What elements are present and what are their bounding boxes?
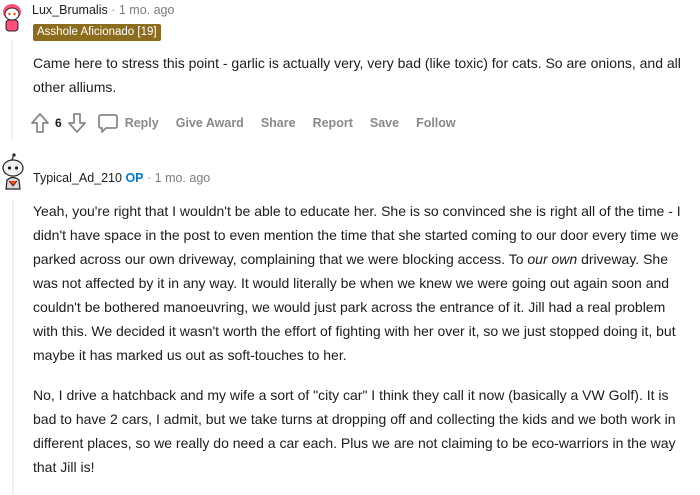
share-button[interactable]: Share (261, 116, 296, 130)
follow-button[interactable]: Follow (416, 116, 456, 130)
upvote-arrow-icon[interactable] (30, 112, 50, 134)
snoo-avatar-icon (2, 153, 24, 190)
thread-line[interactable] (12, 200, 14, 495)
user-avatar[interactable] (0, 0, 24, 34)
emphasized-text: our own (527, 251, 578, 267)
comment-lux-brumalis: Lux_Brumalis · 1 mo. ago Asshole Aficion… (0, 0, 700, 140)
comment-body: Yeah, you're right that I wouldn't be ab… (33, 199, 693, 479)
comment-meta: Lux_Brumalis · 1 mo. ago (32, 3, 174, 17)
comment-paragraph-1: Yeah, you're right that I wouldn't be ab… (33, 199, 693, 367)
comment-meta: Typical_Ad_210 OP · 1 mo. ago (33, 171, 210, 185)
reply-bubble-icon[interactable] (97, 112, 119, 134)
username-link[interactable]: Typical_Ad_210 (33, 171, 122, 185)
user-flair-badge: Asshole Aficionado [19] (33, 24, 161, 41)
comment-paragraph-2: No, I drive a hatchback and my wife a so… (33, 387, 676, 475)
timestamp-link[interactable]: 1 mo. ago (155, 171, 211, 185)
meta-separator: · (146, 171, 152, 185)
downvote-arrow-icon[interactable] (67, 112, 87, 134)
comment-body: Came here to stress this point - garlic … (33, 51, 693, 99)
reply-button[interactable]: Reply (125, 116, 159, 130)
thread-line[interactable] (11, 40, 13, 140)
give-award-button[interactable]: Give Award (176, 116, 244, 130)
user-avatar[interactable] (0, 153, 26, 193)
vote-count: 6 (55, 116, 62, 130)
paragraph-text: driveway. She was not affected by it in … (33, 251, 676, 363)
save-button[interactable]: Save (370, 116, 399, 130)
meta-separator: · (111, 3, 116, 17)
comment-paragraph: Came here to stress this point - garlic … (33, 55, 681, 95)
snoo-avatar-icon (3, 4, 21, 32)
username-link[interactable]: Lux_Brumalis (32, 3, 108, 17)
op-badge: OP (125, 171, 144, 185)
comment-typical-ad-210: Typical_Ad_210 OP · 1 mo. ago Yeah, you'… (0, 150, 700, 495)
comment-action-bar: 6 Reply Give Award Share Report Save Fol… (30, 110, 473, 136)
report-button[interactable]: Report (313, 116, 353, 130)
timestamp-link[interactable]: 1 mo. ago (119, 3, 175, 17)
